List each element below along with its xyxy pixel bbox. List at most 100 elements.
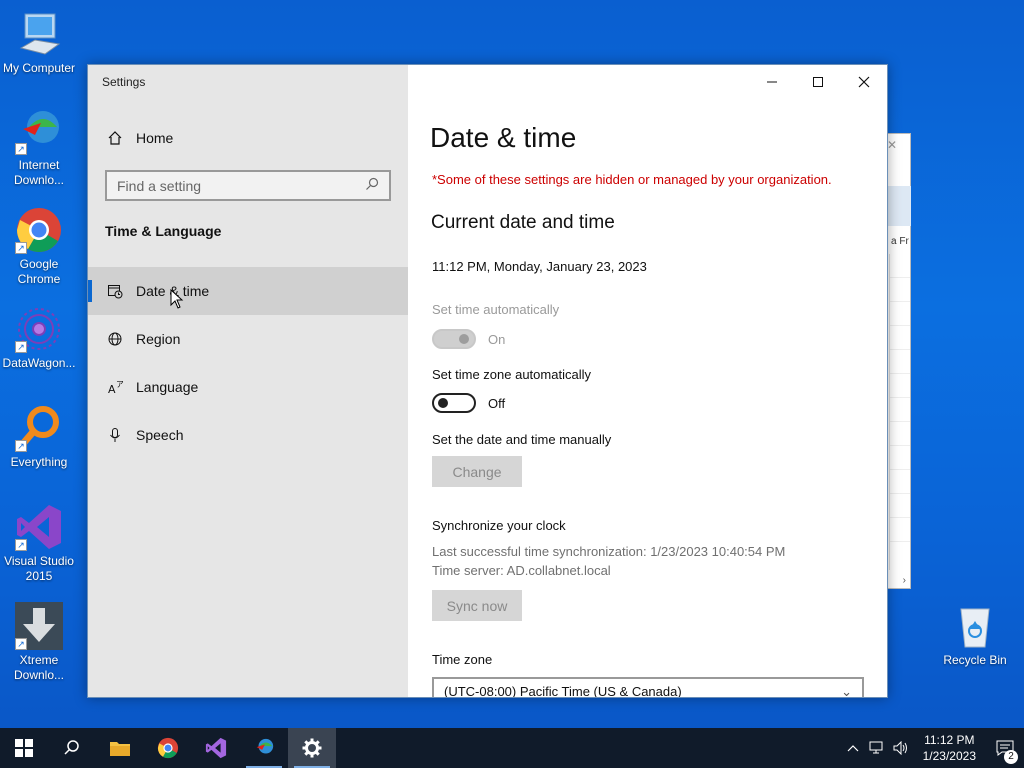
background-window-text: a Fr <box>891 236 909 247</box>
time-server-text: Time server: AD.collabnet.local <box>432 563 611 578</box>
set-timezone-automatically-state: Off <box>488 396 506 411</box>
gear-icon <box>302 738 322 758</box>
nav-home-label: Home <box>136 130 174 146</box>
last-sync-text: Last successful time synchronization: 1/… <box>432 544 786 559</box>
desktop-icon-everything[interactable]: ↗ Everything <box>0 404 78 470</box>
search-icon <box>365 177 379 194</box>
folder-icon <box>110 742 130 756</box>
sidebar-item-label: Speech <box>136 427 184 443</box>
close-button[interactable] <box>841 65 887 99</box>
taskbar: 11:12 PM 1/23/2023 2 <box>0 728 1024 768</box>
desktop-icon-datawagon[interactable]: ↗ DataWagon... <box>0 305 78 371</box>
volume-icon[interactable] <box>889 741 913 755</box>
search-icon <box>64 740 79 755</box>
network-icon[interactable] <box>865 741 889 755</box>
set-time-automatically-state: On <box>488 332 506 347</box>
taskbar-file-explorer[interactable] <box>96 728 144 768</box>
desktop-icon-xtreme-download[interactable]: ↗ Xtreme Downlo... <box>0 602 78 683</box>
desktop-icon-internet-download-manager[interactable]: ↗ Internet Downlo... <box>0 107 78 188</box>
taskbar-visual-studio[interactable] <box>192 728 240 768</box>
set-manually-label: Set the date and time manually <box>432 432 612 447</box>
chrome-icon <box>157 737 179 759</box>
globe-icon <box>106 330 124 348</box>
action-center-button[interactable]: 2 <box>986 740 1024 764</box>
visual-studio-icon: ↗ <box>15 503 63 551</box>
sidebar-item-language[interactable]: Aア Language <box>88 363 408 411</box>
settings-sidebar: Settings Home Find a setting Time & Lang… <box>88 65 408 697</box>
svg-text:ア: ア <box>116 380 123 389</box>
sidebar-item-label: Language <box>136 379 199 395</box>
nav-home[interactable]: Home <box>88 123 408 153</box>
desktop-icon-label: Xtreme Downlo... <box>13 653 65 682</box>
time-zone-value: (UTC-08:00) Pacific Time (US & Canada) <box>444 684 682 698</box>
search-input[interactable]: Find a setting <box>105 170 391 201</box>
shortcut-arrow-icon: ↗ <box>15 440 27 452</box>
windows-logo-icon <box>15 739 33 757</box>
minimize-button[interactable] <box>749 65 795 99</box>
sidebar-item-region[interactable]: Region <box>88 315 408 363</box>
desktop-icon-recycle-bin[interactable]: Recycle Bin <box>940 601 1010 667</box>
taskbar-date: 1/23/2023 <box>922 749 976 763</box>
shortcut-arrow-icon: ↗ <box>15 143 27 155</box>
toggle-knob <box>459 334 469 344</box>
desktop-icon-label: Internet Downlo... <box>13 158 65 187</box>
set-time-automatically-toggle[interactable] <box>432 329 476 349</box>
time-zone-select[interactable]: (UTC-08:00) Pacific Time (US & Canada) ⌄ <box>432 677 864 698</box>
idm-globe-icon <box>256 738 274 754</box>
sidebar-item-date-time[interactable]: Date & time <box>88 267 408 315</box>
background-window-list <box>889 254 910 570</box>
shortcut-arrow-icon: ↗ <box>15 638 27 650</box>
visual-studio-icon <box>205 737 227 759</box>
microphone-icon <box>106 426 124 444</box>
system-tray: 11:12 PM 1/23/2023 2 <box>841 728 1024 768</box>
home-icon <box>106 129 124 147</box>
desktop-icon-label: My Computer <box>2 61 76 75</box>
current-datetime: 11:12 PM, Monday, January 23, 2023 <box>432 259 647 274</box>
taskbar-time: 11:12 PM <box>924 733 975 747</box>
change-button[interactable]: Change <box>432 456 522 487</box>
maximize-button[interactable] <box>795 65 841 99</box>
set-timezone-automatically-label: Set time zone automatically <box>432 367 591 382</box>
show-hidden-icons-button[interactable] <box>841 744 865 752</box>
window-title: Settings <box>102 75 146 89</box>
sidebar-item-speech[interactable]: Speech <box>88 411 408 459</box>
scroll-right-icon[interactable]: › <box>903 575 906 586</box>
desktop-icon-my-computer[interactable]: My Computer <box>0 10 78 76</box>
desktop-icon-visual-studio[interactable]: ↗ Visual Studio 2015 <box>0 503 78 584</box>
folder-thumbnail-icon <box>887 186 911 226</box>
chevron-down-icon: ⌄ <box>841 684 852 698</box>
sidebar-section-label: Time & Language <box>105 223 222 239</box>
taskbar-clock[interactable]: 11:12 PM 1/23/2023 <box>913 732 986 764</box>
close-icon[interactable]: ✕ <box>887 138 897 152</box>
svg-text:A: A <box>108 383 116 395</box>
recycle-bin-label: Recycle Bin <box>943 653 1007 667</box>
toggle-knob <box>438 398 448 408</box>
shortcut-arrow-icon: ↗ <box>15 341 27 353</box>
idm-globe-icon: ↗ <box>15 107 63 155</box>
settings-content: Date & time *Some of these settings are … <box>408 65 887 697</box>
desktop-icon-google-chrome[interactable]: ↗ Google Chrome <box>0 206 78 287</box>
time-zone-label: Time zone <box>432 652 493 667</box>
desktop-icon-label: DataWagon... <box>2 356 76 370</box>
taskbar-internet-download-manager[interactable] <box>240 728 288 768</box>
sync-title: Synchronize your clock <box>432 518 566 533</box>
desktop-icon-label: Visual Studio 2015 <box>4 554 74 583</box>
chevron-up-icon <box>847 745 859 752</box>
taskbar-chrome[interactable] <box>144 728 192 768</box>
calendar-clock-icon <box>106 282 124 300</box>
desktop-icon-label: Google Chrome <box>17 257 61 286</box>
set-timezone-automatically-toggle[interactable] <box>432 393 476 413</box>
page-title: Date & time <box>430 122 577 153</box>
search-button[interactable] <box>48 728 96 768</box>
start-button[interactable] <box>0 728 48 768</box>
recycle-bin-icon <box>951 601 999 649</box>
datawagon-icon: ↗ <box>15 305 63 353</box>
computer-icon <box>15 10 63 58</box>
caption-buttons <box>749 65 887 99</box>
notification-count-badge: 2 <box>1004 750 1018 764</box>
taskbar-settings[interactable] <box>288 728 336 768</box>
search-placeholder: Find a setting <box>117 177 202 194</box>
chrome-icon: ↗ <box>15 206 63 254</box>
sync-now-button[interactable]: Sync now <box>432 590 522 621</box>
settings-window[interactable]: Settings Home Find a setting Time & Lang… <box>87 64 888 698</box>
